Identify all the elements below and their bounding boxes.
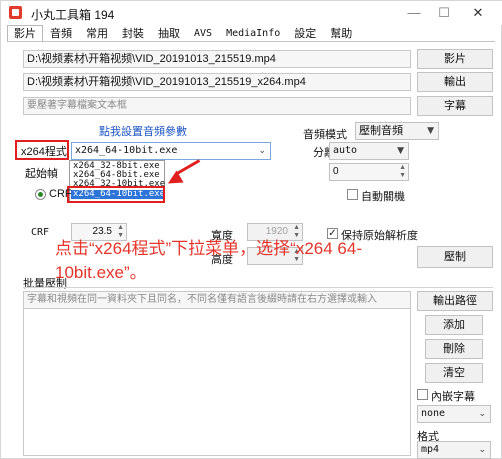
output-video-field[interactable]: D:\视频素材\开箱视频\VID_20191013_215519_x264.mp… — [23, 73, 411, 91]
window-title: 小丸工具箱 194 — [31, 8, 115, 22]
main-window: 小丸工具箱 194 — ☐ ✕ 影片 音頻 常用 封裝 抽取 AVS Media… — [0, 0, 502, 459]
video-browse-button[interactable]: 影片 — [417, 49, 493, 69]
width-value: 1920 — [265, 226, 288, 237]
subtitle-browse-button[interactable]: 字幕 — [417, 96, 493, 116]
minimize-icon[interactable]: — — [399, 3, 429, 23]
pointer-arrow-icon — [164, 170, 184, 190]
audio-mode-label: 音頻模式 — [303, 129, 347, 141]
delete-button[interactable]: 刪除 — [425, 339, 483, 359]
input-video-field[interactable]: D:\视频素材\开箱视频\VID_20191013_215519.mp4 — [23, 50, 411, 68]
subtitle-mode-value: none — [421, 408, 446, 419]
batch-suffix-field[interactable]: 字幕和視頻在同一資料夾下且同名，不同名僅有語言後綴時請在右方選擇或輸入 — [23, 291, 411, 309]
tab-common[interactable]: 常用 — [79, 25, 115, 42]
tab-settings[interactable]: 設定 — [287, 25, 323, 42]
clear-button[interactable]: 清空 — [425, 363, 483, 383]
crf-radio-label: CRF — [49, 188, 72, 200]
crf-value: 23.5 — [92, 226, 112, 237]
chevron-down-icon: ⌄ — [258, 146, 266, 156]
tab-extract[interactable]: 抽取 — [151, 25, 187, 42]
tab-help[interactable]: 幫助 — [323, 25, 359, 42]
separator-select[interactable]: auto ▼ — [329, 142, 409, 160]
x264-select[interactable]: x264_64-10bit.exe ⌄ — [71, 142, 271, 160]
batch-divider — [23, 287, 493, 288]
instruction-annotation: 点击“x264程式”下拉菜单，选择“x264 64-10bit.exe”。 — [55, 239, 363, 282]
spin-arrows-icon: ▲ ▼ — [399, 164, 406, 179]
app-icon — [9, 6, 22, 19]
title-bar: 小丸工具箱 194 — ☐ ✕ — [1, 1, 502, 25]
frame-spinner-value: 0 — [333, 166, 339, 177]
audio-settings-link[interactable]: 點我設置音頻參數 — [99, 123, 187, 139]
chevron-down-icon: ⌄ — [478, 409, 486, 419]
separator-value: auto — [333, 145, 358, 156]
embed-subtitle-label: 內嵌字幕 — [431, 391, 475, 403]
format-select[interactable]: mp4 ⌄ — [417, 441, 491, 459]
frame-spinner[interactable]: 0 ▲ ▼ — [329, 163, 409, 181]
x264-label: x264程式 — [21, 146, 67, 158]
audio-mode-value: 壓制音頻 — [359, 125, 403, 137]
tab-mux[interactable]: 封裝 — [115, 25, 151, 42]
close-icon[interactable]: ✕ — [463, 3, 493, 23]
tab-strip: 影片 音頻 常用 封裝 抽取 AVS MediaInfo 設定 幫助 — [7, 25, 359, 42]
crf-radio[interactable] — [35, 189, 46, 200]
batch-section-label: 批量壓制 — [23, 278, 67, 290]
option-highlight — [67, 186, 165, 203]
encode-button[interactable]: 壓制 — [417, 246, 493, 268]
crf-label: CRF — [31, 227, 50, 238]
auto-shutdown-label: 自動關機 — [361, 191, 405, 203]
format-value: mp4 — [421, 444, 440, 455]
output-path-button[interactable]: 輸出路徑 — [417, 291, 493, 311]
chevron-down-icon: ▼ — [397, 146, 404, 156]
tab-avs[interactable]: AVS — [187, 25, 219, 42]
batch-file-list[interactable] — [23, 308, 411, 456]
tab-divider — [7, 41, 495, 42]
tab-mediainfo[interactable]: MediaInfo — [219, 25, 287, 42]
embed-subtitle-checkbox[interactable] — [417, 389, 428, 400]
pointer-arrow-line — [176, 159, 201, 175]
maximize-icon[interactable]: ☐ — [429, 3, 459, 23]
audio-mode-select[interactable]: 壓制音頻 ▼ — [355, 122, 439, 140]
start-frame-label: 起始幀 — [25, 168, 58, 180]
subtitle-field[interactable]: 要壓著字幕檔案文本框 — [23, 97, 411, 115]
subtitle-mode-select[interactable]: none ⌄ — [417, 405, 491, 423]
output-browse-button[interactable]: 輸出 — [417, 72, 493, 92]
chevron-down-icon: ⌄ — [478, 445, 486, 455]
tab-audio[interactable]: 音頻 — [43, 25, 79, 42]
add-button[interactable]: 添加 — [425, 315, 483, 335]
x264-selected-value: x264_64-10bit.exe — [75, 145, 178, 156]
chevron-down-icon: ▼ — [427, 126, 434, 136]
auto-shutdown-checkbox[interactable] — [347, 189, 358, 200]
tab-video[interactable]: 影片 — [7, 25, 43, 42]
